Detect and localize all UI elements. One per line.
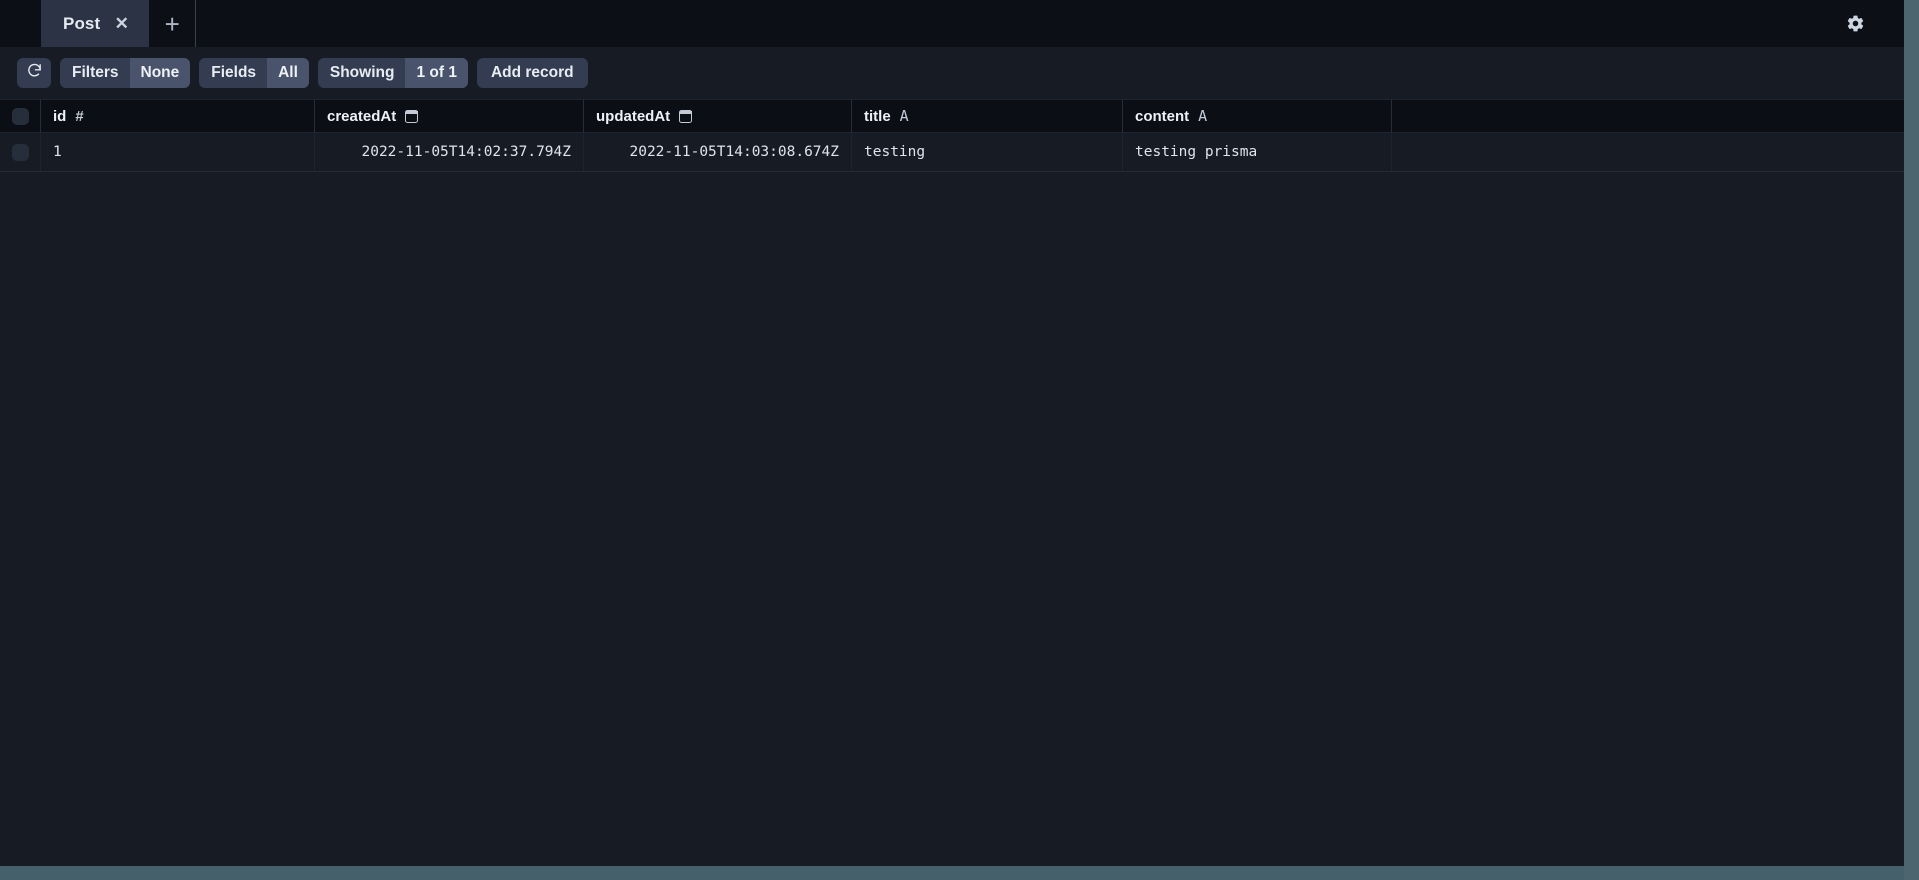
row-select-checkbox-cell[interactable] — [0, 133, 41, 171]
hash-icon: # — [75, 107, 84, 125]
tab-bar: Post ✕ + — [0, 0, 1919, 47]
app-root: Post ✕ + Filters None Fields All Showing… — [0, 0, 1919, 880]
showing-label: Showing — [329, 63, 395, 81]
cell-id-value: 1 — [53, 144, 62, 160]
add-record-button[interactable]: Add record — [476, 57, 588, 88]
text-type-icon: A — [1198, 107, 1208, 125]
cell-content-value: testing prisma — [1135, 144, 1258, 160]
fields-label: Fields — [211, 63, 257, 81]
cell-createdat-value: 2022-11-05T14:02:37.794Z — [361, 144, 571, 160]
column-header-content[interactable]: content A — [1123, 100, 1392, 132]
cell-updatedat[interactable]: 2022-11-05T14:03:08.674Z — [584, 133, 852, 171]
column-header-createdat[interactable]: createdAt — [315, 100, 584, 132]
add-tab-button[interactable]: + — [149, 0, 195, 47]
filters-label: Filters — [72, 63, 119, 81]
column-header-filler — [1392, 100, 1919, 132]
column-header-createdat-label: createdAt — [327, 107, 397, 125]
records-table: id # createdAt updatedAt title A content… — [0, 99, 1919, 172]
column-header-title-label: title — [864, 107, 891, 125]
select-all-checkbox-cell[interactable] — [0, 100, 41, 132]
cell-updatedat-value: 2022-11-05T14:03:08.674Z — [629, 144, 839, 160]
tabbar-divider — [195, 0, 197, 47]
cell-createdat[interactable]: 2022-11-05T14:02:37.794Z — [315, 133, 584, 171]
close-icon[interactable]: ✕ — [114, 15, 129, 32]
calendar-icon — [679, 109, 693, 123]
column-header-title[interactable]: title A — [852, 100, 1123, 132]
calendar-icon — [405, 109, 419, 123]
cell-id[interactable]: 1 — [41, 133, 315, 171]
refresh-icon-svg — [27, 63, 41, 76]
add-record-label: Add record — [490, 63, 574, 81]
column-header-id[interactable]: id # — [41, 100, 315, 132]
showing-value: 1 of 1 — [405, 57, 468, 88]
select-all-checkbox[interactable] — [11, 107, 29, 125]
cell-title-value: testing — [864, 144, 926, 160]
settings-button[interactable] — [1835, 0, 1875, 47]
column-header-content-label: content — [1135, 107, 1190, 125]
tab-post[interactable]: Post ✕ — [41, 0, 150, 47]
column-header-updatedat-label: updatedAt — [596, 107, 671, 125]
gear-icon — [1846, 14, 1865, 33]
table-row[interactable]: 1 2022-11-05T14:02:37.794Z 2022-11-05T14… — [0, 133, 1919, 172]
table-header-row: id # createdAt updatedAt title A content… — [0, 99, 1919, 133]
refresh-icon — [26, 62, 43, 84]
vertical-scrollbar[interactable] — [1904, 0, 1919, 866]
refresh-button[interactable] — [17, 57, 51, 88]
fields-button[interactable]: Fields All — [199, 57, 309, 88]
toolbar: Filters None Fields All Showing 1 of 1 A… — [0, 47, 1919, 99]
column-header-id-label: id — [53, 107, 67, 125]
filters-button[interactable]: Filters None — [60, 57, 191, 88]
scrollbar-corner — [1904, 866, 1919, 880]
tab-label: Post — [63, 13, 101, 33]
cell-title[interactable]: testing — [852, 133, 1123, 171]
horizontal-scrollbar[interactable] — [0, 866, 1919, 880]
text-type-icon: A — [899, 107, 909, 125]
gear-icon-svg — [1847, 15, 1863, 32]
cell-content[interactable]: testing prisma — [1123, 133, 1392, 171]
cell-filler — [1392, 133, 1919, 171]
fields-value: All — [267, 57, 309, 88]
row-select-checkbox[interactable] — [11, 143, 29, 161]
filters-value: None — [129, 57, 191, 88]
showing-button[interactable]: Showing 1 of 1 — [317, 57, 468, 88]
plus-icon: + — [164, 8, 180, 39]
column-header-updatedat[interactable]: updatedAt — [584, 100, 852, 132]
